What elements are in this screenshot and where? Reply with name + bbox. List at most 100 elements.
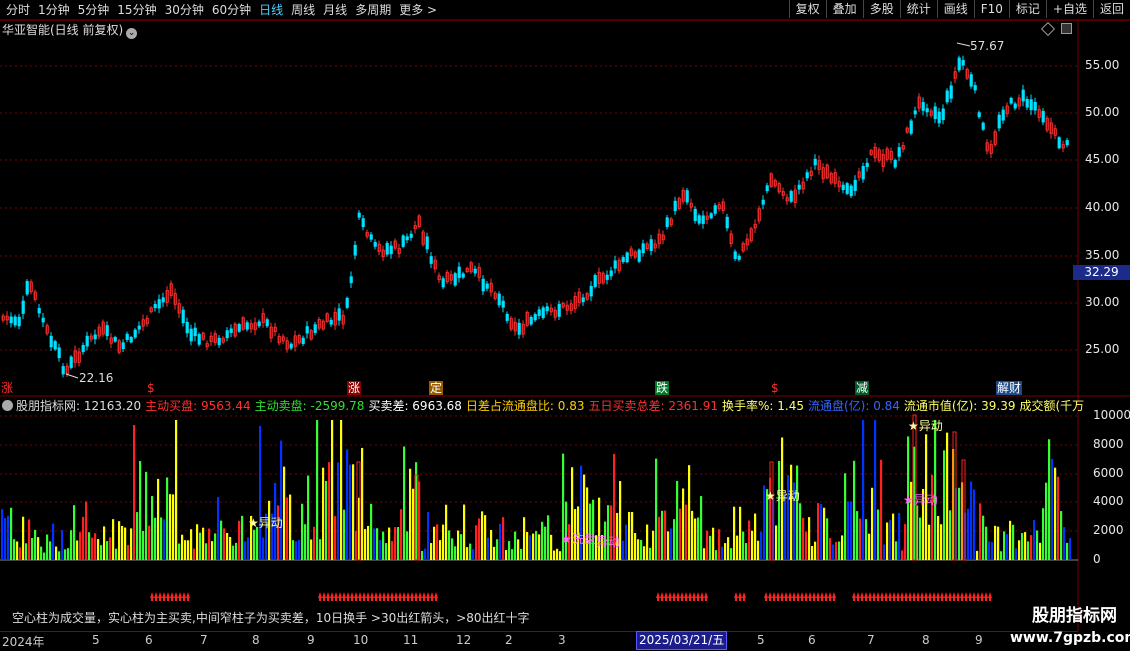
red-arrow-stem xyxy=(661,595,663,601)
signal-annotation: ★异动 xyxy=(903,493,938,507)
volume-bar xyxy=(118,521,121,560)
volume-bar xyxy=(502,517,505,560)
red-arrow-stem xyxy=(423,595,425,601)
red-arrow-stem xyxy=(677,595,679,601)
red-arrow-stem xyxy=(949,595,951,601)
volume-bar xyxy=(1033,520,1036,560)
volume-bar xyxy=(112,519,115,560)
volume-bar xyxy=(319,539,322,560)
date-tick: 2024年 xyxy=(2,635,45,649)
volume-bar xyxy=(121,525,124,560)
volume-bar xyxy=(154,517,157,560)
candle-body xyxy=(865,162,869,167)
candle-body xyxy=(61,366,65,375)
event-marker[interactable]: 减 xyxy=(855,381,870,395)
volume-bar xyxy=(253,529,256,560)
volume-bar xyxy=(151,496,154,560)
volume-bar xyxy=(223,528,226,560)
signal-annotation: ★异动 xyxy=(908,419,943,433)
candle-body xyxy=(313,324,317,333)
signal-annotation: ★异动 xyxy=(765,489,800,503)
candle-body xyxy=(945,90,949,103)
red-arrow-stem xyxy=(953,595,955,601)
candle-body xyxy=(305,326,309,334)
candle-body xyxy=(349,276,353,284)
candle-body xyxy=(113,336,117,342)
volume-bar xyxy=(304,524,307,560)
red-arrow-stem xyxy=(917,595,919,601)
price-tick: 55.00 xyxy=(1085,58,1120,72)
high-price-label: 57.67 xyxy=(970,39,1004,53)
volume-bar xyxy=(868,533,871,560)
volume-bar xyxy=(508,541,511,560)
event-marker[interactable]: 涨 xyxy=(347,381,362,395)
candle-body xyxy=(13,316,17,326)
volume-bar xyxy=(481,511,484,560)
volume-bar xyxy=(202,527,205,560)
volume-bar xyxy=(367,525,370,560)
candle-body xyxy=(537,309,541,316)
volume-bar xyxy=(1066,542,1069,560)
volume-bar xyxy=(205,543,208,560)
volume-bar xyxy=(211,541,214,560)
candle-body xyxy=(25,281,29,295)
event-marker[interactable]: 跌 xyxy=(655,381,670,395)
volume-bar xyxy=(493,546,496,560)
volume-bar xyxy=(607,505,610,560)
candle-body xyxy=(69,356,73,368)
volume-bar xyxy=(598,497,601,560)
chart-canvas[interactable]: 57.67 22.16 ★异动 ★洗盘 异动 ★异动 ★异动 ★异动 xyxy=(0,0,1130,650)
volume-bar xyxy=(1063,527,1066,560)
red-arrow-stem xyxy=(407,595,409,601)
volume-bar xyxy=(649,547,652,560)
red-arrow-stem xyxy=(925,595,927,601)
candle-body xyxy=(557,303,561,317)
event-marker[interactable]: 定 xyxy=(429,381,444,395)
volume-bar xyxy=(448,530,451,560)
chevron-down-icon[interactable] xyxy=(2,400,13,411)
volume-bar xyxy=(985,526,988,560)
volume-bar xyxy=(946,432,949,560)
red-arrow-stem xyxy=(427,595,429,601)
volume-bar xyxy=(73,505,76,560)
volume-bar xyxy=(886,522,889,560)
candle-body xyxy=(789,191,793,202)
signal-annotation: ★洗盘 xyxy=(561,531,596,546)
candle-body xyxy=(457,266,461,278)
candle-body xyxy=(1065,140,1069,146)
candle-body xyxy=(637,249,641,262)
red-arrow-stem xyxy=(343,595,345,601)
volume-bar xyxy=(742,531,745,560)
event-marker[interactable]: $ xyxy=(770,381,780,395)
date-tick: 8 xyxy=(922,633,930,647)
volume-bar xyxy=(460,534,463,560)
volume-tick: 0 xyxy=(1093,552,1101,566)
volume-bar xyxy=(403,446,406,560)
signal-annotation: ★异动 xyxy=(248,516,283,530)
candle-body xyxy=(409,233,413,238)
candle-body xyxy=(429,256,433,264)
candle-body xyxy=(701,215,705,224)
red-arrow-stem xyxy=(813,595,815,601)
candle-body xyxy=(373,241,377,247)
volume-bar xyxy=(469,543,472,560)
volume-bar xyxy=(931,474,934,560)
date-tick: 3 xyxy=(558,633,566,647)
volume-bar xyxy=(7,515,10,560)
event-marker[interactable]: 涨 xyxy=(0,381,14,395)
volume-bar xyxy=(109,537,112,560)
volume-bar xyxy=(1003,531,1006,560)
volume-bar xyxy=(412,488,415,560)
signal-annotation: 异动 xyxy=(596,535,620,549)
event-marker[interactable]: 解财 xyxy=(996,381,1023,395)
volume-bar xyxy=(169,494,172,560)
event-marker[interactable]: $ xyxy=(146,381,156,395)
volume-bar xyxy=(844,473,847,560)
red-arrow-stem xyxy=(929,595,931,601)
red-arrow-stem xyxy=(685,595,687,601)
volume-bar xyxy=(727,537,730,560)
volume-bar xyxy=(559,551,562,560)
red-arrow-stem xyxy=(697,595,699,601)
volume-bar xyxy=(1054,467,1057,560)
indicator-field: 换手率%: 1.45 xyxy=(721,399,804,413)
